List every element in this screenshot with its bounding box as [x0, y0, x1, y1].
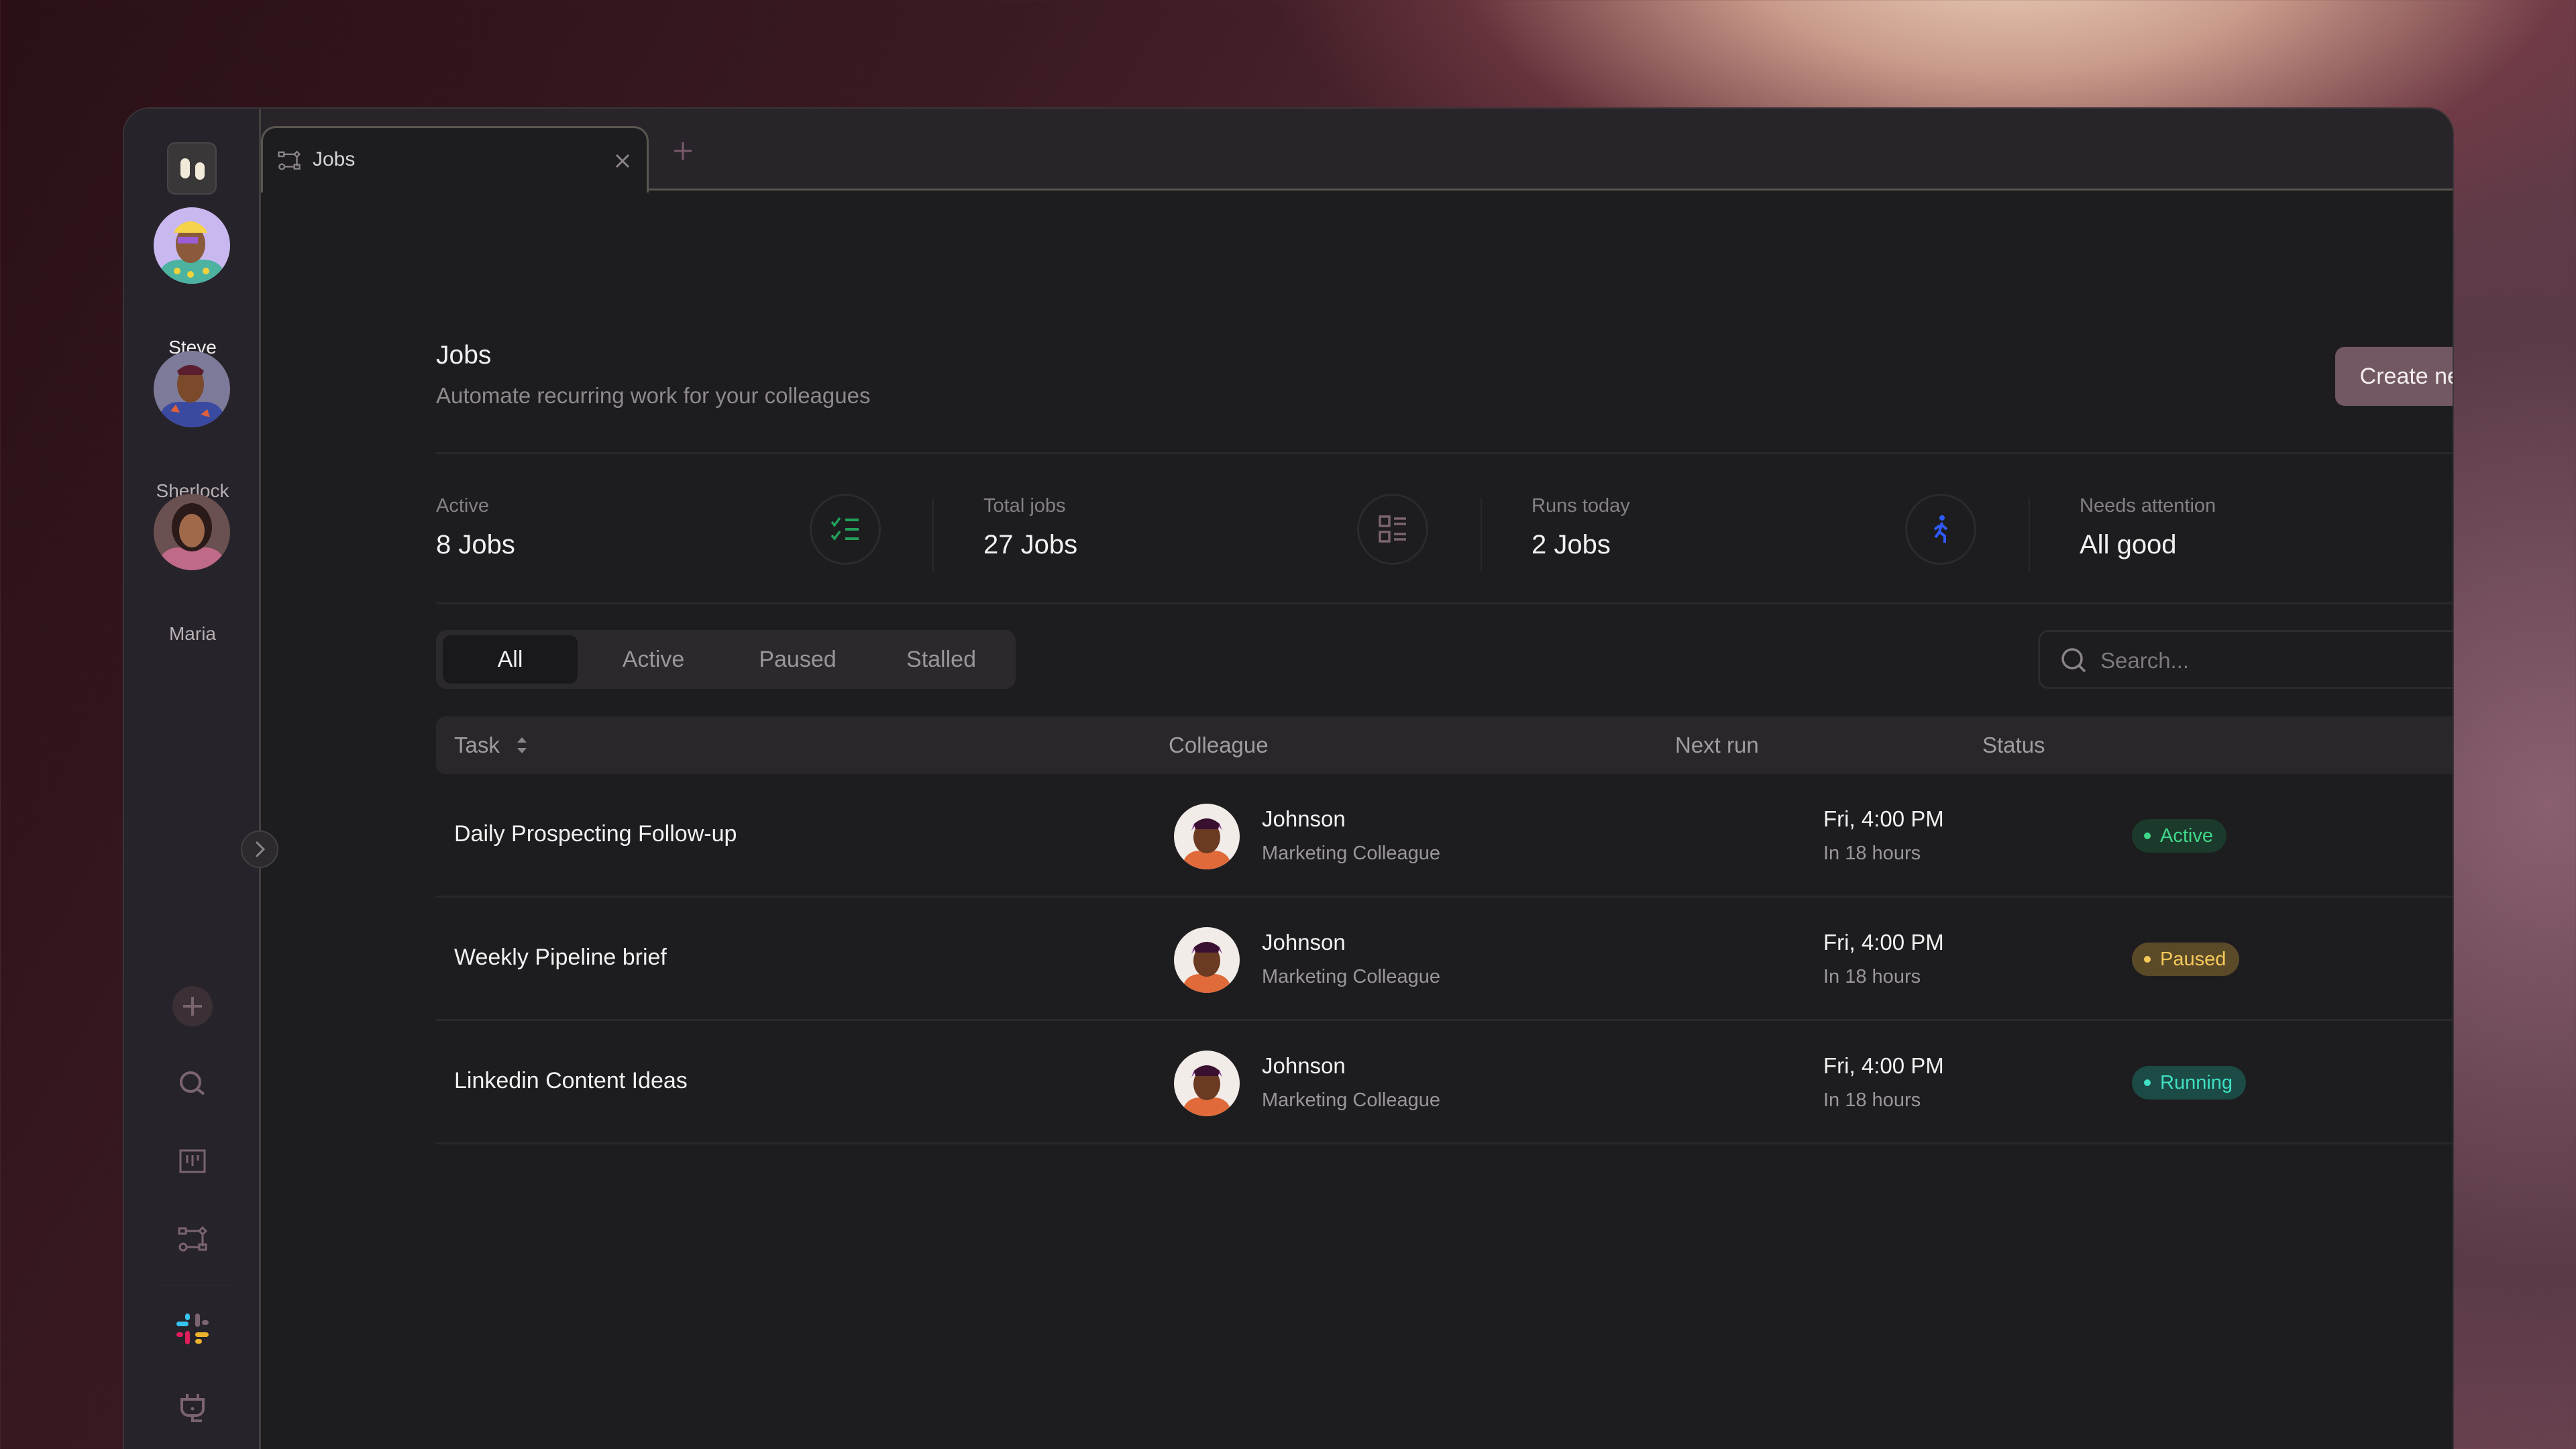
column-colleague: Colleague [1169, 733, 1269, 757]
search-input[interactable]: Search... ⌘1 [2038, 630, 2453, 689]
avatar-steve[interactable] [154, 207, 230, 284]
filter-all[interactable]: All [443, 635, 578, 684]
task-name: Linkedin Content Ideas [454, 1068, 688, 1093]
colleague-name: Johnson [1262, 1053, 1346, 1078]
stat-value: 27 Jobs [983, 530, 1078, 559]
status-label: Paused [2160, 948, 2226, 970]
next-run-relative: In 18 hours [1823, 843, 1921, 864]
status-badge: Active [2132, 819, 2226, 853]
status-dot [2144, 1079, 2151, 1086]
page-subtitle: Automate recurring work for your colleag… [436, 383, 871, 408]
app-logo[interactable] [167, 142, 217, 195]
sidebar: Steve Sherlock Maria [124, 109, 261, 1449]
colleague-avatar [1174, 804, 1240, 869]
workflow-icon [278, 150, 301, 170]
colleague-avatar [1174, 1051, 1240, 1116]
workflow-icon[interactable] [172, 1220, 213, 1260]
alert-icon [2453, 494, 2454, 565]
create-new-job-button[interactable]: Create new job [2335, 347, 2453, 406]
plug-icon[interactable] [172, 1387, 213, 1428]
column-next-run: Next run [1675, 733, 1759, 757]
stat-value: All good [2080, 530, 2177, 559]
task-name: Daily Prospecting Follow-up [454, 821, 737, 847]
stat-label: Runs today [1532, 495, 1630, 517]
status-dot [2144, 956, 2151, 963]
divider [932, 498, 934, 572]
divider [436, 452, 2453, 454]
avatar-sherlock[interactable] [154, 351, 230, 427]
divider [2029, 498, 2030, 572]
search-placeholder: Search... [2100, 648, 2190, 673]
column-status: Status [1982, 733, 2045, 757]
status-badge: Running [2132, 1066, 2247, 1099]
running-icon [1905, 494, 1976, 565]
app-window: Steve Sherlock Maria Jobs Jobs Automate … [123, 107, 2454, 1449]
table-row[interactable]: Linkedin Content Ideas Johnson Marketing… [436, 1021, 2453, 1144]
status-dot [2144, 833, 2151, 839]
filter-stalled[interactable]: Stalled [872, 635, 1010, 684]
colleague-role: Marketing Colleague [1262, 843, 1440, 864]
page-title: Jobs [436, 341, 492, 370]
sort-icon[interactable] [515, 734, 529, 757]
sidebar-divider [156, 1285, 230, 1286]
tab-label: Jobs [313, 148, 356, 170]
table-header: Task Colleague Next run Status [436, 716, 2453, 774]
next-run-time: Fri, 4:00 PM [1823, 806, 1944, 831]
tab-bar: Jobs [261, 109, 2453, 193]
stat-value: 2 Jobs [1532, 530, 1611, 559]
avatar-maria[interactable] [154, 494, 230, 570]
close-icon[interactable] [614, 153, 631, 169]
stat-value: 8 Jobs [436, 530, 515, 559]
filter-segmented-control: All Active Paused Stalled [436, 630, 1016, 689]
colleague-role: Marketing Colleague [1262, 966, 1440, 987]
list-icon [1357, 494, 1428, 565]
colleague-avatar [1174, 927, 1240, 993]
chevron-right-icon [255, 841, 266, 858]
slack-icon[interactable] [172, 1309, 213, 1350]
next-run-time: Fri, 4:00 PM [1823, 1053, 1944, 1078]
expand-sidebar-button[interactable] [241, 830, 278, 868]
colleague-name: Johnson [1262, 806, 1346, 831]
divider [436, 602, 2453, 604]
tab-jobs[interactable]: Jobs [261, 126, 649, 193]
plus-icon[interactable] [172, 986, 213, 1026]
next-run-time: Fri, 4:00 PM [1823, 930, 1944, 955]
board-icon[interactable] [172, 1141, 213, 1181]
filter-active[interactable]: Active [584, 635, 723, 684]
colleague-role: Marketing Colleague [1262, 1089, 1440, 1111]
divider [1481, 498, 1482, 572]
next-run-relative: In 18 hours [1823, 966, 1921, 987]
colleague-name: Johnson [1262, 930, 1346, 955]
filter-paused[interactable]: Paused [729, 635, 867, 684]
column-task[interactable]: Task [454, 733, 500, 758]
status-label: Running [2160, 1071, 2233, 1093]
checklist-icon [810, 494, 881, 565]
stat-label: Needs attention [2080, 495, 2216, 517]
next-run-relative: In 18 hours [1823, 1089, 1921, 1111]
stat-label: Active [436, 495, 489, 517]
search-icon[interactable] [172, 1064, 213, 1104]
table-row[interactable]: Weekly Pipeline brief Johnson Marketing … [436, 898, 2453, 1021]
search-icon [2061, 648, 2086, 673]
task-name: Weekly Pipeline brief [454, 945, 667, 970]
table-row[interactable]: Daily Prospecting Follow-up Johnson Mark… [436, 774, 2453, 898]
new-tab-plus-icon[interactable] [673, 141, 693, 161]
main-content: Jobs Automate recurring work for your co… [261, 191, 2453, 1449]
status-badge: Paused [2132, 943, 2240, 976]
stat-label: Total jobs [983, 495, 1066, 517]
colleague-label: Maria [168, 623, 216, 644]
status-label: Active [2160, 824, 2213, 847]
